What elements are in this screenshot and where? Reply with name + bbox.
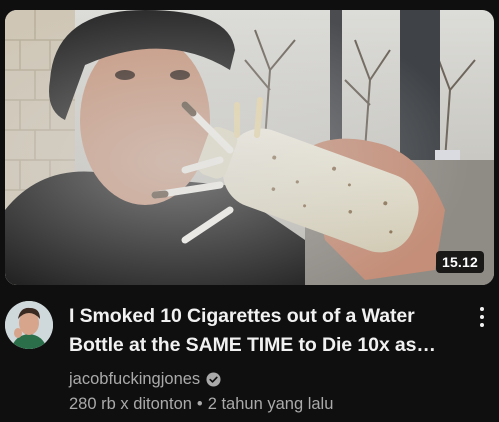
thumbnail-image bbox=[5, 10, 494, 285]
menu-dot bbox=[480, 315, 484, 319]
channel-row: jacobfuckingjones bbox=[69, 368, 459, 390]
video-meta: I Smoked 10 Cigarettes out of a Water Bo… bbox=[69, 302, 459, 416]
menu-dot bbox=[480, 323, 484, 327]
verified-check-icon bbox=[206, 371, 221, 387]
video-stats: 280 rb x ditonton • 2 tahun yang lalu bbox=[69, 392, 459, 416]
view-count: 280 rb x ditonton bbox=[69, 394, 192, 413]
stats-separator: • bbox=[196, 394, 203, 413]
upload-age: 2 tahun yang lalu bbox=[207, 394, 334, 413]
video-thumbnail[interactable]: 15.12 bbox=[5, 10, 494, 285]
more-vert-icon[interactable] bbox=[472, 304, 492, 330]
video-title[interactable]: I Smoked 10 Cigarettes out of a Water Bo… bbox=[69, 302, 459, 360]
duration-badge: 15.12 bbox=[435, 251, 484, 273]
channel-avatar[interactable] bbox=[5, 301, 53, 349]
video-card: 15.12 I Smoked 10 Cigarettes out of a Wa… bbox=[0, 0, 499, 422]
menu-dot bbox=[480, 307, 484, 311]
avatar-image bbox=[5, 301, 53, 349]
channel-name[interactable]: jacobfuckingjones bbox=[69, 370, 200, 389]
